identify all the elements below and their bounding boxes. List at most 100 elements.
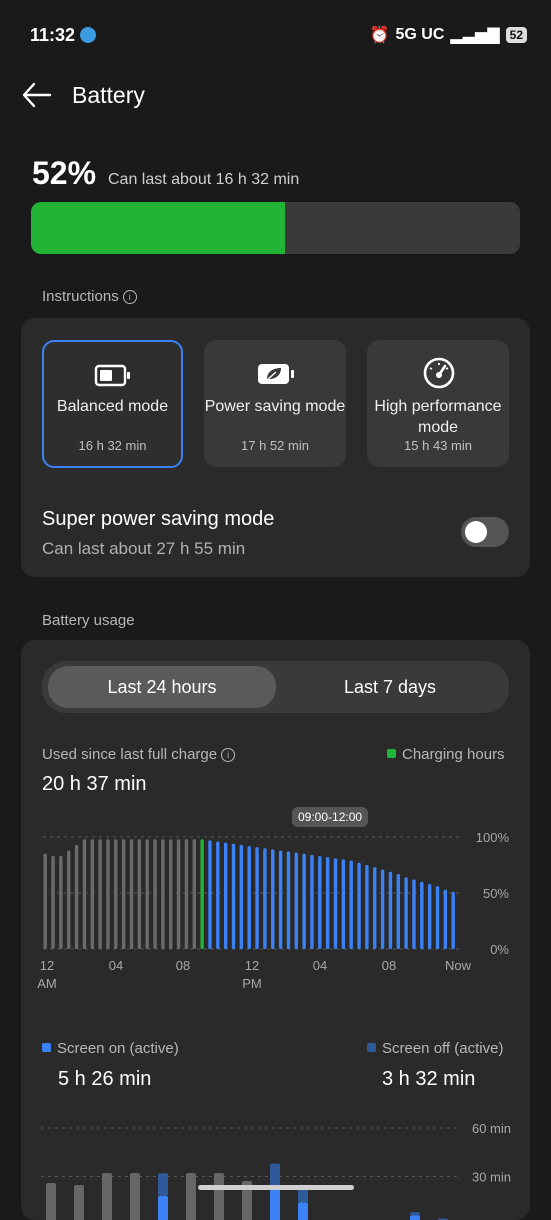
home-indicator[interactable] <box>198 1185 354 1190</box>
high-performance-mode-label: High performance mode <box>374 398 502 436</box>
battery-percent: 52% <box>32 155 97 191</box>
screen-on-value: 5 h 26 min <box>58 1068 152 1090</box>
battery-bar <box>341 859 346 949</box>
battery-bar <box>59 856 63 949</box>
battery-bar <box>145 839 149 949</box>
screen-on-bar <box>102 1173 112 1220</box>
y-tick-label: 100% <box>476 830 510 845</box>
battery-bar <box>310 854 314 949</box>
screen-on-bar <box>410 1215 420 1220</box>
battery-bar <box>176 839 181 949</box>
screen-on-bar <box>270 1189 280 1220</box>
y-tick-label: 50% <box>483 886 509 901</box>
battery-bar <box>216 841 220 949</box>
super-power-saving-toggle[interactable] <box>461 517 509 547</box>
battery-usage-label: Battery usage <box>42 612 135 629</box>
battery-bar <box>318 856 322 949</box>
battery-bar <box>121 839 126 949</box>
balanced-mode-option[interactable]: Balanced mode 16 h 32 min <box>42 340 183 468</box>
status-battery: 52 <box>505 27 527 43</box>
battery-bar <box>333 858 338 949</box>
battery-bar <box>82 839 87 949</box>
screen-off-value: 3 h 32 min <box>382 1068 476 1090</box>
battery-bar <box>365 865 369 949</box>
battery-bar <box>294 852 298 949</box>
y-tick-label: 0% <box>490 942 509 957</box>
battery-bar <box>67 850 71 949</box>
battery-bar <box>137 839 142 949</box>
battery-bar <box>404 877 408 949</box>
x-tick-label: 12 <box>40 958 54 973</box>
battery-bar <box>223 842 228 949</box>
battery-bar <box>192 839 196 949</box>
battery-bar <box>388 871 393 949</box>
battery-bar <box>255 847 259 949</box>
y-tick-label: 30 min <box>472 1170 511 1185</box>
screen-on-bar <box>186 1173 196 1220</box>
battery-bar <box>184 839 189 949</box>
screen-on-bar <box>214 1173 224 1220</box>
screen-time-chart[interactable]: 60 min 30 min <box>21 1110 530 1220</box>
battery-bar <box>427 884 432 949</box>
x-tick-label: 08 <box>382 958 396 973</box>
back-arrow-icon[interactable] <box>20 80 54 110</box>
battery-bar <box>380 869 385 949</box>
battery-bar <box>325 857 330 949</box>
battery-bar <box>286 851 291 949</box>
screen-off-legend: Screen off (active) <box>367 1040 503 1057</box>
high-performance-mode-time: 15 h 43 min <box>404 438 472 453</box>
battery-bar <box>43 853 47 949</box>
battery-bar <box>98 839 102 949</box>
screen-on-label: Screen on (active) <box>57 1040 179 1057</box>
battery-bar <box>169 839 173 949</box>
power-saving-mode-option[interactable]: Power saving mode 17 h 52 min <box>204 340 346 467</box>
battery-bar <box>302 853 306 949</box>
x-tick-label: 04 <box>109 958 123 973</box>
signal-icon: ▂▃▅▇ <box>450 27 500 44</box>
x-tick-label: PM <box>242 976 262 991</box>
high-performance-mode-option[interactable]: High performance mode 15 h 43 min <box>367 340 509 467</box>
battery-bar <box>396 873 400 949</box>
info-icon: i <box>122 290 137 304</box>
page-title: Battery <box>72 82 145 108</box>
power-saving-mode-time: 17 h 52 min <box>241 438 309 453</box>
instructions-label[interactable]: Instructions i <box>42 288 137 305</box>
battery-bar <box>114 839 118 949</box>
balanced-mode-label: Balanced mode <box>56 398 169 415</box>
battery-estimate: Can last about 16 h 32 min <box>108 171 300 188</box>
battery-bar <box>90 839 94 949</box>
leaf-battery-icon <box>258 364 294 384</box>
x-tick-label: AM <box>37 976 57 991</box>
status-indicators: ⏰ 5G UC ▂▃▅▇ 52 <box>370 25 527 45</box>
battery-bar <box>443 889 448 949</box>
screen-on-bar <box>46 1183 56 1220</box>
battery-bar <box>451 891 455 949</box>
status-time: 11:32 <box>30 25 76 45</box>
battery-bar <box>412 879 416 949</box>
x-tick-label: 04 <box>313 958 327 973</box>
x-tick-label: 12 <box>245 958 259 973</box>
screen-off-label: Screen off (active) <box>382 1040 504 1057</box>
super-power-saving-subtitle: Can last about 27 h 55 min <box>42 539 246 558</box>
instructions-text: Instructions <box>42 288 119 305</box>
battery-bar <box>247 845 251 949</box>
screen-on-bar <box>298 1202 308 1220</box>
battery-bar <box>51 856 55 949</box>
battery-bar <box>200 839 204 949</box>
power-saving-mode-label: Power saving mode <box>204 398 346 415</box>
battery-level-chart[interactable]: 100% 50% 0% 12 AM 04 08 12 PM 04 08 Now <box>21 640 530 1000</box>
screen-off-bar <box>158 1173 168 1196</box>
screen-on-dot <box>42 1043 51 1052</box>
x-tick-label: 08 <box>176 958 190 973</box>
screen-on-bar <box>74 1185 84 1220</box>
battery-bar <box>278 850 283 949</box>
battery-bar <box>349 860 353 949</box>
battery-bar <box>239 844 244 949</box>
balanced-mode-time: 16 h 32 min <box>78 438 147 453</box>
modes-card: Balanced mode 16 h 32 min Power saving m… <box>21 318 530 577</box>
battery-level-fill <box>31 202 286 254</box>
battery-bar <box>435 886 440 949</box>
battery-icon <box>94 364 130 387</box>
battery-bar <box>106 839 110 949</box>
usage-card: Last 24 hours Last 7 days Used since las… <box>21 640 530 1220</box>
